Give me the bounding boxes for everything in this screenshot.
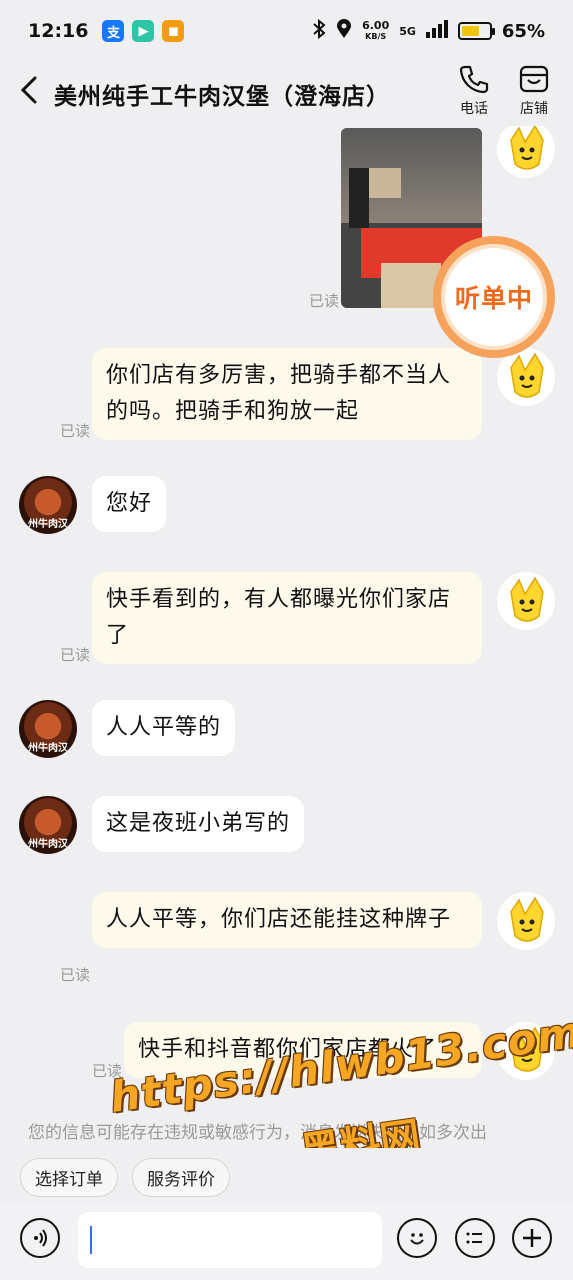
photo-figure: [349, 168, 369, 228]
food-app-icon: ◼: [162, 20, 185, 42]
voice-button[interactable]: [20, 1218, 60, 1258]
battery-level: 65%: [501, 20, 545, 42]
page-title: 美州纯手工牛肉汉堡（澄海店）: [54, 84, 390, 110]
phone-button[interactable]: 电话: [446, 64, 502, 118]
photo-box: [381, 263, 441, 308]
shop-avatar[interactable]: 州牛肉汉: [19, 700, 77, 758]
chat-header: 美州纯手工牛肉汉堡（澄海店） 电话 店铺: [0, 62, 573, 126]
store-icon: [519, 65, 549, 93]
battery-icon: [457, 22, 495, 40]
add-button[interactable]: [512, 1218, 552, 1258]
message-bubble-sent[interactable]: 人人平等，你们店还能挂这种牌子: [92, 892, 482, 948]
network-speed: 6.00 KB/S: [362, 19, 390, 41]
system-notice: 您的信息可能存在违规或敏感行为，消息发送失败，如多次出: [28, 1123, 487, 1143]
list-icon: [466, 1232, 482, 1244]
message-bubble-received[interactable]: 人人平等的: [92, 700, 236, 756]
message-bubble-sent[interactable]: 你们店有多厉害，把骑手都不当人的吗。把骑手和狗放一起: [92, 348, 482, 440]
service-review-button[interactable]: 服务评价: [132, 1157, 230, 1197]
my-avatar[interactable]: [497, 126, 555, 178]
plus-icon: [523, 1229, 541, 1247]
voice-icon: [34, 1229, 47, 1247]
read-status: 已读: [60, 646, 91, 664]
text-cursor: [90, 1226, 92, 1254]
mascot-icon: [510, 896, 544, 942]
shop-avatar[interactable]: 州牛肉汉: [19, 796, 77, 854]
shop-avatar[interactable]: 州牛肉汉: [19, 476, 77, 534]
mascot-icon: [510, 576, 544, 622]
listening-orders-badge[interactable]: 听单中: [433, 236, 555, 358]
bluetooth-icon: [312, 18, 326, 44]
message-bubble-received[interactable]: 您好: [92, 476, 167, 532]
emoji-button[interactable]: [397, 1218, 437, 1258]
quick-actions-bar: 选择订单 服务评价: [0, 1148, 573, 1206]
alipay-icon: 支: [102, 20, 125, 42]
read-status: 已读: [60, 966, 91, 984]
message-input[interactable]: [78, 1212, 382, 1268]
phone-label: 电话: [460, 101, 488, 117]
location-icon: [336, 18, 352, 44]
message-bubble-received[interactable]: 这是夜班小弟写的: [92, 796, 305, 852]
phone-icon: [459, 65, 489, 94]
status-bar: 12:16 支 ▶ ◼ 6.00 KB/S 5G 65%: [0, 0, 573, 62]
mascot-icon: [510, 126, 544, 170]
my-avatar[interactable]: [497, 892, 555, 950]
read-status: 已读: [60, 422, 91, 440]
photo-sign: [369, 168, 401, 198]
input-bar: [0, 1206, 573, 1280]
select-order-button[interactable]: 选择订单: [20, 1157, 118, 1197]
store-button[interactable]: 店铺: [506, 64, 562, 118]
message-bubble-sent[interactable]: 快手看到的，有人都曝光你们家店了: [92, 572, 482, 664]
network-type: 5G: [399, 24, 416, 38]
signal-icon: [425, 19, 448, 43]
read-status: 已读: [309, 292, 340, 310]
app-icon: ▶: [132, 20, 155, 42]
back-button[interactable]: [20, 76, 38, 112]
my-avatar[interactable]: [497, 572, 555, 630]
emoji-icon: [410, 1233, 424, 1245]
menu-button[interactable]: [455, 1218, 495, 1258]
store-label: 店铺: [520, 101, 548, 117]
clock: 12:16: [28, 20, 89, 42]
